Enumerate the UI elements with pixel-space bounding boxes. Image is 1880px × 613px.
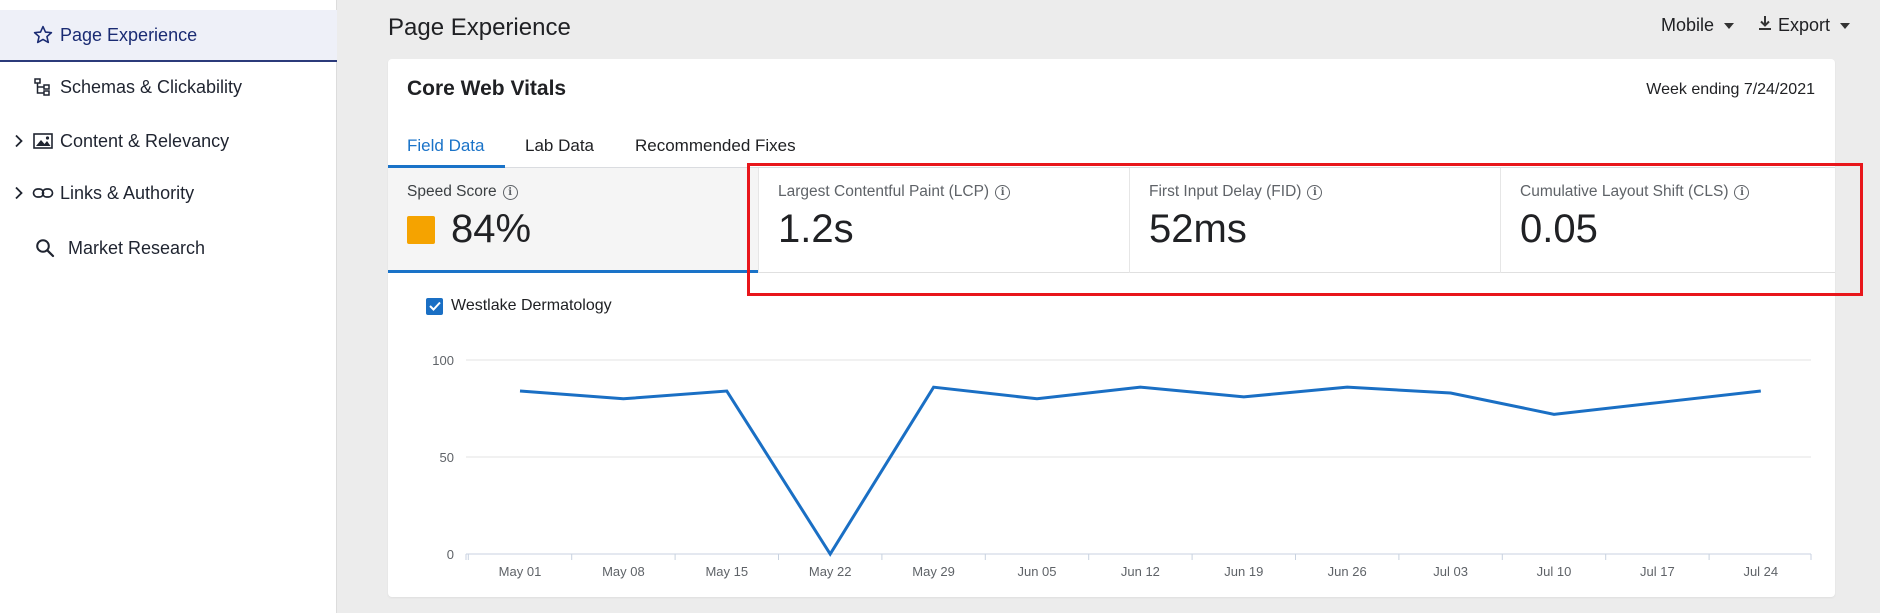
- info-icon[interactable]: i: [1734, 184, 1750, 200]
- export-button[interactable]: Export: [1758, 15, 1851, 36]
- week-ending-label: Week ending 7/24/2021: [1646, 81, 1815, 98]
- metric-value: 84%: [451, 207, 532, 251]
- tab-field-data[interactable]: Field Data: [388, 132, 505, 168]
- metric-label: Cumulative Layout Shift (CLS): [1520, 183, 1729, 200]
- legend-label: Westlake Dermatology: [451, 297, 612, 314]
- x-tick-label: May 15: [705, 564, 748, 579]
- metric-fid[interactable]: First Input Delay (FID) i 52ms: [1129, 168, 1500, 273]
- y-tick-label: 100: [432, 353, 454, 368]
- info-icon[interactable]: i: [1307, 184, 1323, 200]
- device-dropdown[interactable]: Mobile: [1661, 15, 1735, 36]
- sidebar-item-content[interactable]: Content & Relevancy: [0, 118, 337, 164]
- caret-down-icon: [1840, 22, 1851, 29]
- x-tick-label: May 22: [809, 564, 852, 579]
- metric-value: 0.05: [1520, 207, 1598, 251]
- sidebar: Page Experience Schemas & Clickability C…: [0, 0, 337, 613]
- tab-recommended-fixes[interactable]: Recommended Fixes: [635, 132, 796, 168]
- sidebar-item-page-experience[interactable]: Page Experience: [0, 10, 337, 62]
- x-tick-label: May 01: [499, 564, 542, 579]
- caret-down-icon: [1724, 22, 1735, 29]
- link-icon: [32, 182, 54, 204]
- series-line: [519, 385, 1761, 557]
- metric-label: First Input Delay (FID): [1149, 183, 1302, 200]
- metric-label: Speed Score: [407, 183, 497, 200]
- sidebar-item-market-research[interactable]: Market Research: [0, 225, 337, 271]
- metric-label: Largest Contentful Paint (LCP): [778, 183, 990, 200]
- sidebar-item-label: Market Research: [68, 237, 206, 258]
- tab-lab-data[interactable]: Lab Data: [525, 132, 594, 168]
- hierarchy-icon: [32, 76, 54, 98]
- x-tick-label: Jun 19: [1224, 564, 1263, 579]
- image-icon: [32, 130, 54, 152]
- metric-speed-score[interactable]: Speed Score i 84%: [388, 168, 758, 273]
- checkbox-checked-icon[interactable]: [426, 297, 443, 315]
- page-title: Page Experience: [388, 14, 571, 41]
- score-swatch: [407, 215, 435, 244]
- export-label: Export: [1778, 15, 1831, 35]
- metric-value: 52ms: [1149, 207, 1247, 251]
- y-tick-label: 50: [440, 450, 454, 465]
- y-tick-label: 0: [447, 547, 454, 562]
- sidebar-item-links[interactable]: Links & Authority: [0, 170, 337, 216]
- metric-cls[interactable]: Cumulative Layout Shift (CLS) i 0.05: [1500, 168, 1835, 273]
- speed-score-line-chart: 0 50 100 May 01 May 08 May 15 May 22 May 29 Jun …: [432, 353, 1812, 579]
- tab-bar: Field Data Lab Data Recommended Fixes: [388, 132, 1835, 168]
- chevron-right-icon[interactable]: [12, 134, 26, 148]
- sidebar-item-label: Page Experience: [60, 24, 198, 45]
- x-tick-label: Jun 26: [1328, 564, 1367, 579]
- x-tick-label: Jun 12: [1121, 564, 1160, 579]
- chevron-right-icon[interactable]: [12, 186, 26, 200]
- x-tick-label: Jun 05: [1017, 564, 1056, 579]
- info-icon[interactable]: i: [502, 184, 518, 200]
- star-icon: [32, 24, 54, 46]
- search-icon: [34, 237, 56, 259]
- x-tick-label: May 08: [602, 564, 645, 579]
- x-tick-label: Jul 17: [1640, 564, 1675, 579]
- x-tick-label: May 29: [912, 564, 955, 579]
- sidebar-item-label: Content & Relevancy: [60, 130, 230, 151]
- download-icon: [1758, 15, 1772, 36]
- info-icon[interactable]: i: [995, 184, 1011, 200]
- x-tick-label: Jul 03: [1433, 564, 1468, 579]
- sidebar-item-schemas[interactable]: Schemas & Clickability: [0, 64, 337, 110]
- sidebar-item-label: Links & Authority: [60, 182, 195, 203]
- card-title: Core Web Vitals: [407, 77, 567, 100]
- metric-value: 1.2s: [778, 207, 854, 251]
- chart-legend[interactable]: Westlake Dermatology: [426, 297, 612, 315]
- x-tick-label: Jul 10: [1537, 564, 1572, 579]
- metrics-row: Speed Score i 84% Largest Contentful Pai…: [388, 168, 1835, 273]
- sidebar-item-label: Schemas & Clickability: [60, 76, 243, 97]
- x-tick-label: Jul 24: [1743, 564, 1778, 579]
- metric-lcp[interactable]: Largest Contentful Paint (LCP) i 1.2s: [758, 168, 1129, 273]
- device-label: Mobile: [1661, 15, 1715, 35]
